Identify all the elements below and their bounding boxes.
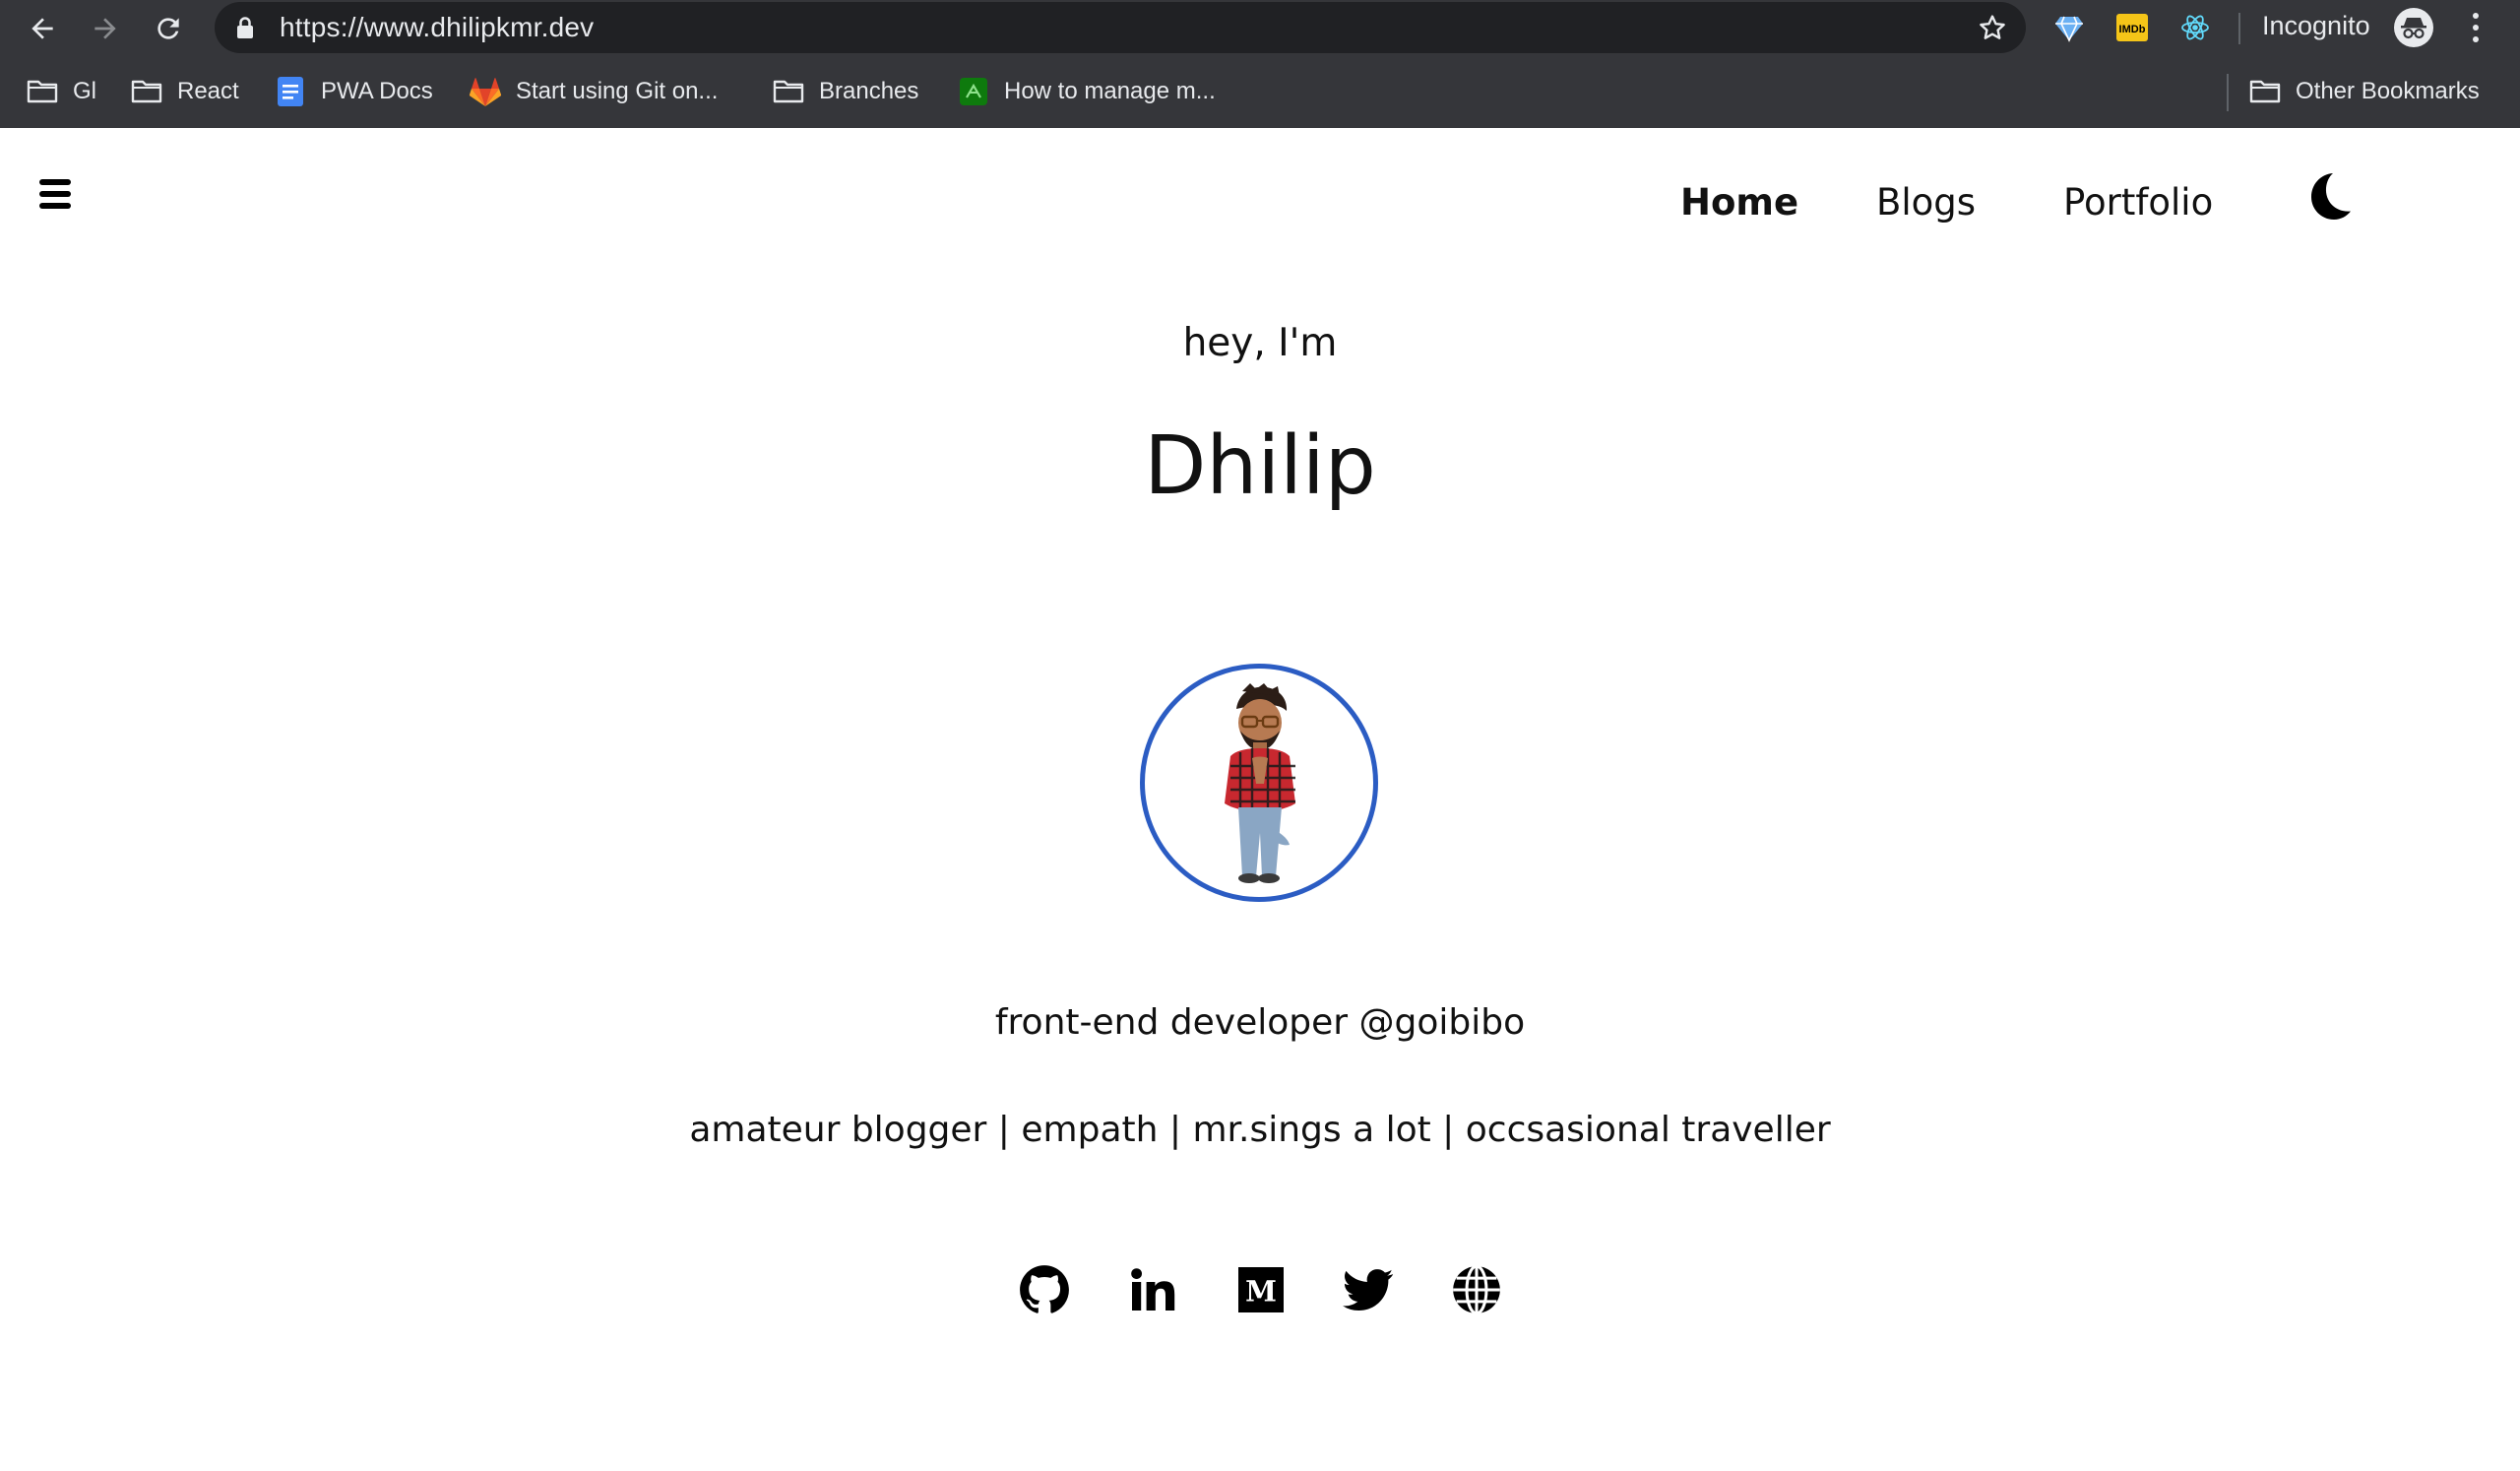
bookmark-star-icon[interactable]	[1977, 12, 2008, 47]
svg-text:M: M	[1245, 1275, 1277, 1309]
greeting-text: hey, I'm	[1182, 321, 1338, 365]
bookmark-branches[interactable]: Branches	[772, 70, 918, 113]
green-site-icon	[957, 75, 990, 108]
folder-icon	[2248, 75, 2282, 108]
browser-menu-button[interactable]	[2461, 8, 2490, 47]
hamburger-menu-icon[interactable]	[39, 179, 71, 209]
incognito-label[interactable]: Incognito	[2262, 11, 2370, 41]
react-devtools-icon[interactable]	[2178, 11, 2212, 44]
globe-icon[interactable]	[1449, 1262, 1504, 1317]
bookmark-start-using-git[interactable]: Start using Git on...	[469, 70, 718, 113]
browser-toolbar: https://www.dhilipkmr.dev IMDb Incognito	[0, 0, 2520, 56]
address-bar[interactable]: https://www.dhilipkmr.dev	[215, 2, 2026, 53]
back-arrow-icon	[32, 18, 53, 39]
avatar	[1140, 664, 1378, 902]
bookmark-react[interactable]: React	[130, 70, 239, 113]
bookmark-how-to-manage[interactable]: How to manage m...	[957, 70, 1216, 113]
bio-text: amateur blogger | empath | mr.sings a lo…	[689, 1110, 1831, 1150]
bookmark-other-bookmarks[interactable]: Other Bookmarks	[2248, 70, 2480, 113]
folder-icon	[26, 75, 59, 108]
twitter-icon[interactable]	[1341, 1262, 1396, 1317]
folder-icon	[130, 75, 163, 108]
nav-home[interactable]: Home	[1680, 181, 1798, 224]
bookmark-label: Branches	[819, 78, 919, 104]
bookmark-label: Other Bookmarks	[2296, 78, 2480, 104]
svg-text:IMDb: IMDb	[2119, 24, 2146, 35]
github-icon[interactable]	[1017, 1262, 1072, 1317]
reload-icon	[158, 18, 179, 39]
toolbar-divider	[2238, 13, 2240, 44]
bookmarks-bar: Gl React PWA Docs Start using Git on... …	[0, 56, 2520, 128]
gem-extension-icon[interactable]	[2052, 11, 2086, 44]
bookmark-label: Gl	[73, 78, 96, 104]
gitlab-icon	[469, 75, 502, 108]
medium-icon[interactable]: M	[1233, 1262, 1289, 1317]
bookmark-label: Start using Git on...	[516, 78, 719, 104]
bookmark-gl[interactable]: Gl	[26, 70, 96, 113]
hero-name: Dhilip	[1144, 419, 1376, 513]
bookmark-label: PWA Docs	[321, 78, 433, 104]
page-content: Home Blogs Portfolio hey, I'm Dhilip fro…	[0, 128, 2520, 1471]
google-docs-icon	[274, 75, 307, 108]
bookmark-pwa-docs[interactable]: PWA Docs	[274, 70, 433, 113]
incognito-icon[interactable]	[2394, 8, 2433, 47]
reload-button[interactable]	[146, 6, 191, 51]
url-text: https://www.dhilipkmr.dev	[280, 12, 595, 42]
imdb-extension-icon[interactable]: IMDb	[2115, 11, 2149, 44]
forward-button[interactable]	[83, 6, 128, 51]
bitmoji-avatar-image	[1225, 683, 1295, 883]
moon-icon[interactable]	[2303, 169, 2357, 226]
linkedin-icon[interactable]	[1125, 1262, 1180, 1317]
nav-portfolio[interactable]: Portfolio	[2063, 181, 2213, 224]
nav-blogs[interactable]: Blogs	[1876, 181, 1976, 224]
lock-icon	[236, 16, 254, 43]
tagline-text: front-end developer @goibibo	[994, 1002, 1526, 1043]
back-button[interactable]	[20, 6, 65, 51]
bookmarks-divider	[2227, 74, 2229, 111]
folder-icon	[772, 75, 805, 108]
bookmark-label: How to manage m...	[1004, 78, 1216, 104]
forward-arrow-icon	[94, 18, 116, 39]
bookmark-label: React	[177, 78, 239, 104]
